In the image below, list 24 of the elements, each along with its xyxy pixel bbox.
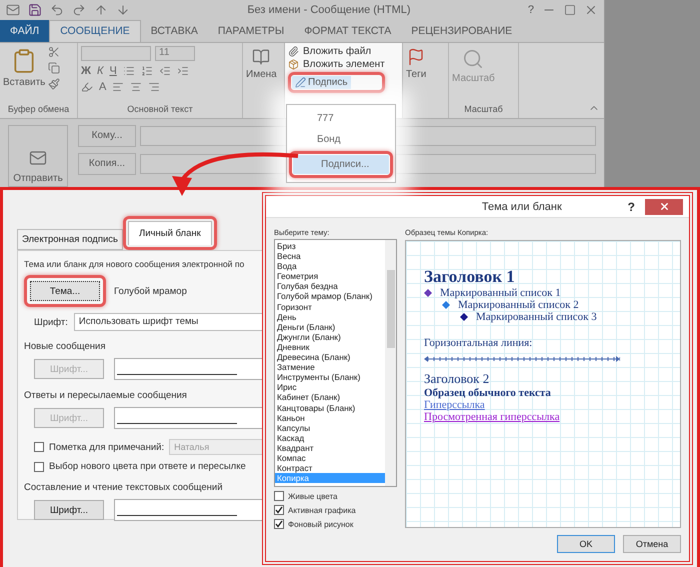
preview-bullet: Маркированный список 2 [458,299,579,311]
group-label: Масштаб [463,104,504,116]
signature-label: Подпись [308,76,348,88]
group-label: Буфер обмена [6,104,70,116]
preview-heading: Заголовок 1 [424,267,516,287]
theme-caption: Тема или бланк для нового сообщения электронной по [24,259,246,269]
dialog-title: Тема или бланк [480,200,563,212]
font-label: Шрифт: [34,316,68,328]
preview-text: Образец обычного текста [424,387,552,399]
window-title: Без имени - Сообщение (HTML) [246,4,412,16]
preview-heading: Заголовок 2 [424,371,490,387]
group-label: Основной текст [126,104,194,116]
checkbox-label: Пометка для примечаний: [49,442,164,452]
preview-text: Горизонтальная линия: [424,337,534,349]
section-title: Составление и чтение текстовых сообщений [24,482,224,493]
checkbox-label: Живые цвета [288,492,338,500]
checkbox-label: Выбор нового цвета при ответе и пересылке [49,461,246,472]
section-title: Новые сообщения [24,341,106,352]
section-title: Ответы и пересылаемые сообщения [24,390,188,401]
theme-name: Голубой мрамор [114,286,187,296]
preview-bullet: Маркированный список 3 [476,311,597,323]
checkbox-label: Активная графика [288,506,356,514]
checkbox-label: Фоновый рисунок [288,520,354,528]
preview-bullet: Маркированный список 1 [440,287,561,299]
